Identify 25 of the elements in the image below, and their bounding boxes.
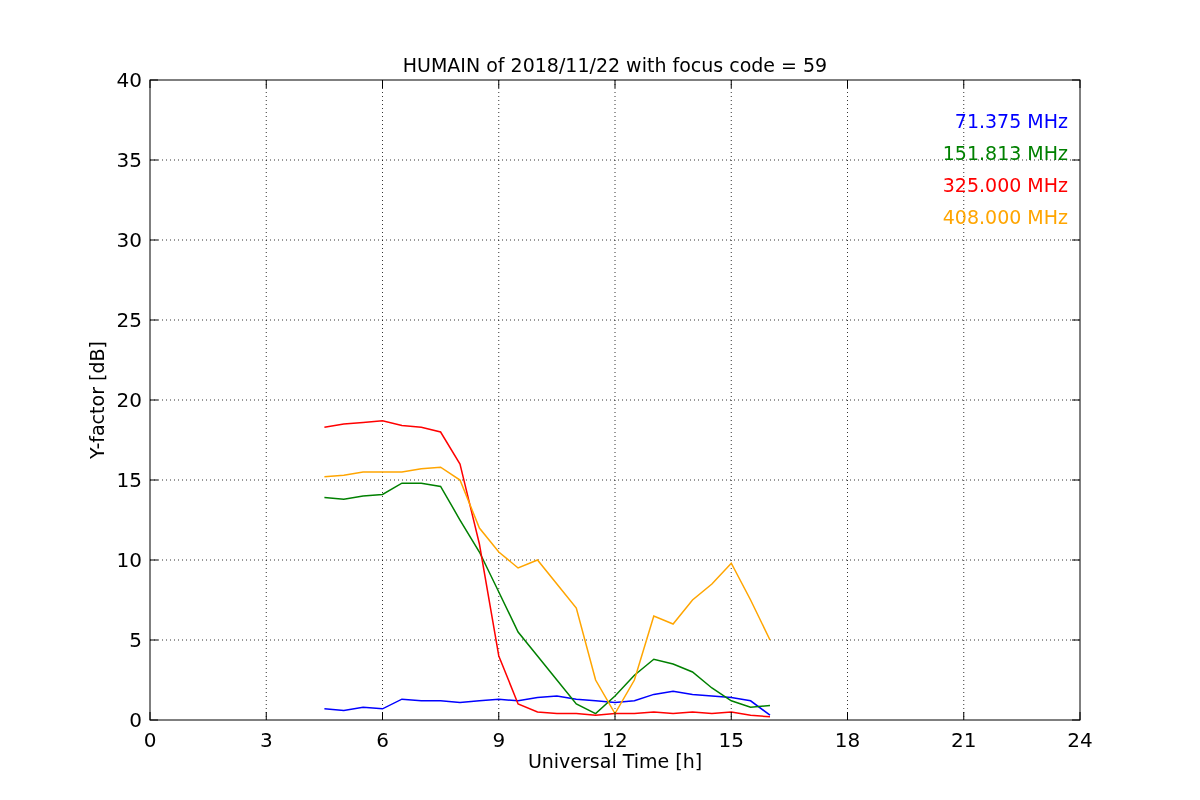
tick-label: 40 [116, 68, 142, 92]
tick-label: 24 [1067, 728, 1093, 752]
legend-label: 71.375 MHz [954, 110, 1068, 132]
tick-label: 10 [116, 548, 142, 572]
chart-title: HUMAIN of 2018/11/22 with focus code = 59 [402, 54, 828, 76]
tick-label: 35 [116, 148, 142, 172]
tick-label: 6 [376, 728, 389, 752]
tick-label: 15 [718, 728, 744, 752]
tick-label: 0 [143, 728, 157, 752]
legend-label: 325.000 MHz [942, 174, 1068, 196]
tick-label: 9 [492, 728, 506, 752]
tick-label: 30 [116, 228, 142, 252]
tick-label: 25 [116, 308, 142, 332]
tick-label: 18 [834, 728, 861, 752]
tick-label: 20 [116, 388, 142, 412]
tick-label: 15 [116, 468, 142, 492]
legend-label: 408.000 MHz [942, 206, 1068, 228]
tick-label: 5 [129, 628, 142, 652]
tick-label: 3 [259, 728, 273, 752]
tick-label: 0 [129, 708, 142, 732]
axis-label: Universal Time [h] [527, 750, 703, 772]
tick-label: 12 [602, 728, 628, 752]
axis-label: Y-factor [dB] [86, 341, 108, 459]
tick-label: 21 [951, 728, 977, 752]
legend-label: 151.813 MHz [942, 142, 1068, 164]
